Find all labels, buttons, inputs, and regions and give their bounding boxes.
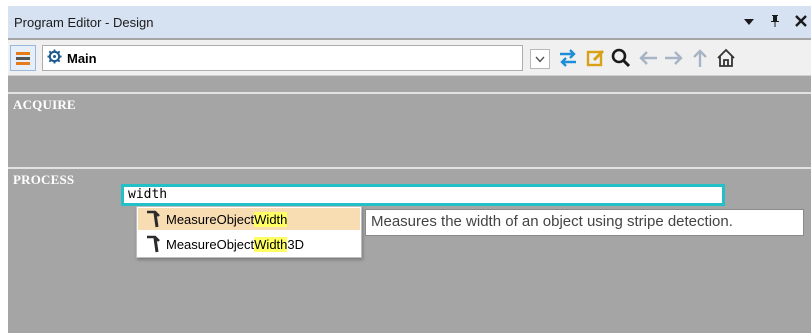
section-divider [8,167,811,169]
search-icon[interactable] [609,46,633,70]
window-title: Program Editor - Design [14,14,154,30]
editor-toolbar: Main [8,40,811,76]
routine-dropdown-button[interactable] [530,49,550,69]
forward-arrow-icon[interactable] [662,46,686,70]
list-item-label: MeasureObjectWidth [166,211,288,227]
program-editor-window: Program Editor - Design Main ACQUIRE PRO… [8,6,811,333]
menu-icon[interactable] [10,45,36,71]
section-acquire-label: ACQUIRE [13,97,76,112]
back-arrow-icon[interactable] [636,46,660,70]
up-arrow-icon[interactable] [688,46,712,70]
pin-icon[interactable] [769,14,781,30]
list-item[interactable]: MeasureObjectWidth3D [138,233,360,255]
close-icon[interactable] [795,15,807,29]
swap-icon[interactable] [556,46,580,70]
autocomplete-list: MeasureObjectWidth MeasureObjectWidth3D [136,206,362,258]
search-input[interactable]: width [121,184,725,206]
section-divider [8,92,811,94]
home-icon[interactable] [714,46,738,70]
section-process-label: PROCESS [13,172,75,187]
caliper-icon [142,235,164,253]
dropdown-icon[interactable] [743,16,755,29]
tooltip: Measures the width of an object using st… [365,209,804,236]
routine-name: Main [67,50,97,66]
list-item-label: MeasureObjectWidth3D [166,236,305,252]
title-bar: Program Editor - Design [8,6,811,38]
gear-icon [43,49,65,67]
edit-icon[interactable] [584,46,608,70]
caliper-icon [142,210,164,228]
title-controls [743,6,811,38]
routine-selector[interactable]: Main [42,45,523,71]
list-item[interactable]: MeasureObjectWidth [138,208,360,230]
